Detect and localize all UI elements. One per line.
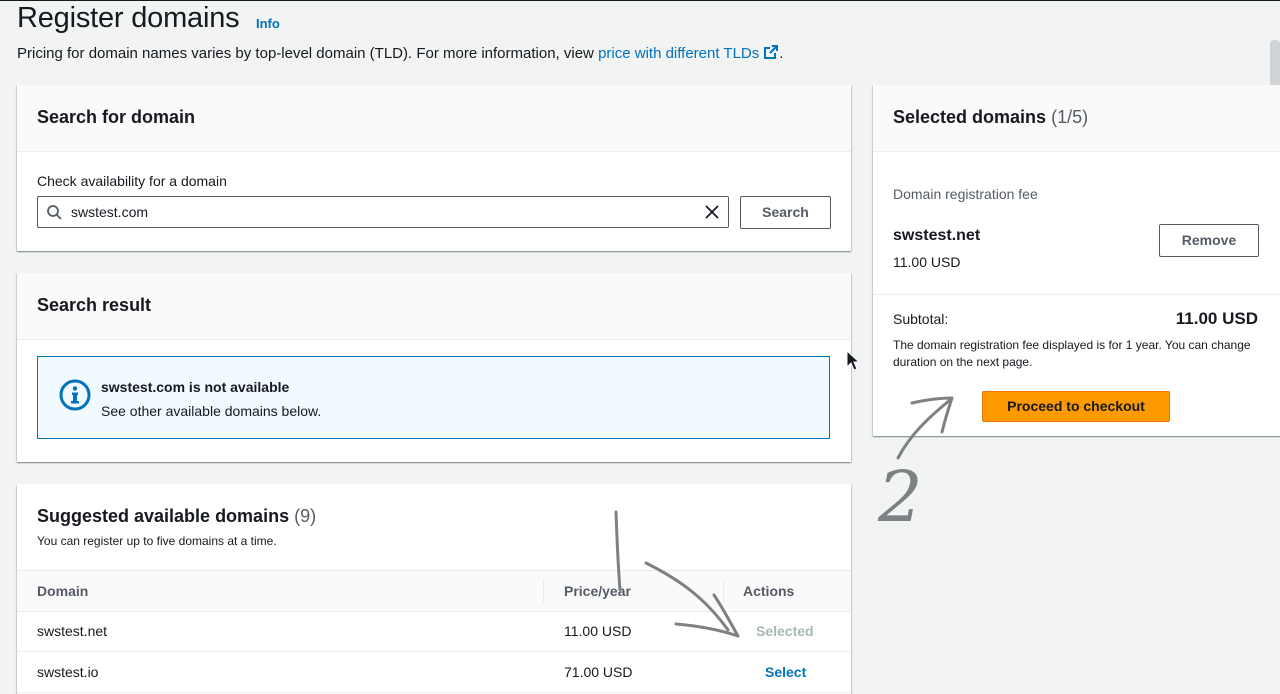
selected-label: Selected [756,623,814,639]
search-input-value[interactable]: swstest.com [71,204,148,220]
selected-panel-title: Selected domains (1/5) [893,107,1088,128]
duration-note: The domain registration fee displayed is… [893,338,1251,369]
suggested-domains-panel: Suggested available domains (9) You can … [17,484,851,694]
external-link-icon[interactable] [763,44,779,60]
page-description: Pricing for domain names varies by top-l… [17,44,783,62]
search-panel-title: Search for domain [37,107,196,127]
subtotal-label: Subtotal: [893,311,949,327]
page-title: Register domains [17,2,240,34]
column-domain[interactable]: Domain [37,583,88,599]
info-link[interactable]: Info [256,16,280,31]
search-panel-header: Search for domain [17,85,851,152]
divider [873,294,1280,295]
alert-body: See other available domains below. [101,403,322,419]
tld-pricing-link-text[interactable]: price with different TLDs [598,45,759,62]
table-row: swstest.net 11.00 USD Selected [17,611,851,652]
column-actions: Actions [743,583,795,599]
row-price: 71.00 USD [564,664,633,680]
suggested-subtitle: You can register up to five domains at a… [37,534,277,548]
info-circle-icon [59,379,91,411]
selected-count: (1/5) [1051,107,1089,127]
suggested-panel-title: Suggested available domains (9) [37,506,316,527]
column-price[interactable]: Price/year [564,583,631,599]
selected-domain-name: swstest.net [893,227,981,244]
selected-title-text: Selected domains [893,107,1047,127]
mouse-cursor-icon [846,350,860,371]
handwritten-number: 2 [878,456,923,538]
row-domain: swstest.net [37,623,108,639]
domain-search-input[interactable]: swstest.com [37,196,729,228]
remove-button[interactable]: Remove [1159,224,1259,257]
selected-domain-price: 11.00 USD [893,254,961,270]
subtotal-value: 11.00 USD [1175,309,1258,328]
selected-panel-header: Selected domains (1/5) [873,85,1280,152]
column-divider [543,579,544,603]
row-domain: swstest.io [37,664,99,680]
alert-title: swstest.com is not available [101,379,290,395]
suggested-count: (9) [294,506,317,526]
description-suffix: . [779,45,784,62]
top-border [0,0,1280,1]
domain-field-label: Check availability for a domain [37,173,227,189]
table-row: swstest.io 71.00 USD Select [17,652,851,693]
search-button[interactable]: Search [740,196,831,229]
availability-alert: swstest.com is not available See other a… [37,356,830,439]
select-button[interactable]: Select [765,664,806,680]
description-text: Pricing for domain names varies by top-l… [17,45,594,62]
tld-pricing-link[interactable]: price with different TLDs [598,45,779,62]
row-price: 11.00 USD [564,623,632,639]
result-panel-header: Search result [17,273,851,340]
fee-label: Domain registration fee [893,186,1038,202]
search-panel: Search for domain Check availability for… [17,85,851,251]
search-icon [47,205,62,220]
close-icon[interactable] [705,205,719,219]
selected-domains-panel: Selected domains (1/5) Domain registrati… [873,85,1280,436]
suggested-title-text: Suggested available domains [37,506,290,526]
table-header: Domain Price/year Actions [17,570,851,612]
proceed-to-checkout-button[interactable]: Proceed to checkout [982,391,1170,422]
result-panel-title: Search result [37,295,152,315]
column-divider [723,579,724,603]
search-result-panel: Search result swstest.com is not availab… [17,273,851,462]
